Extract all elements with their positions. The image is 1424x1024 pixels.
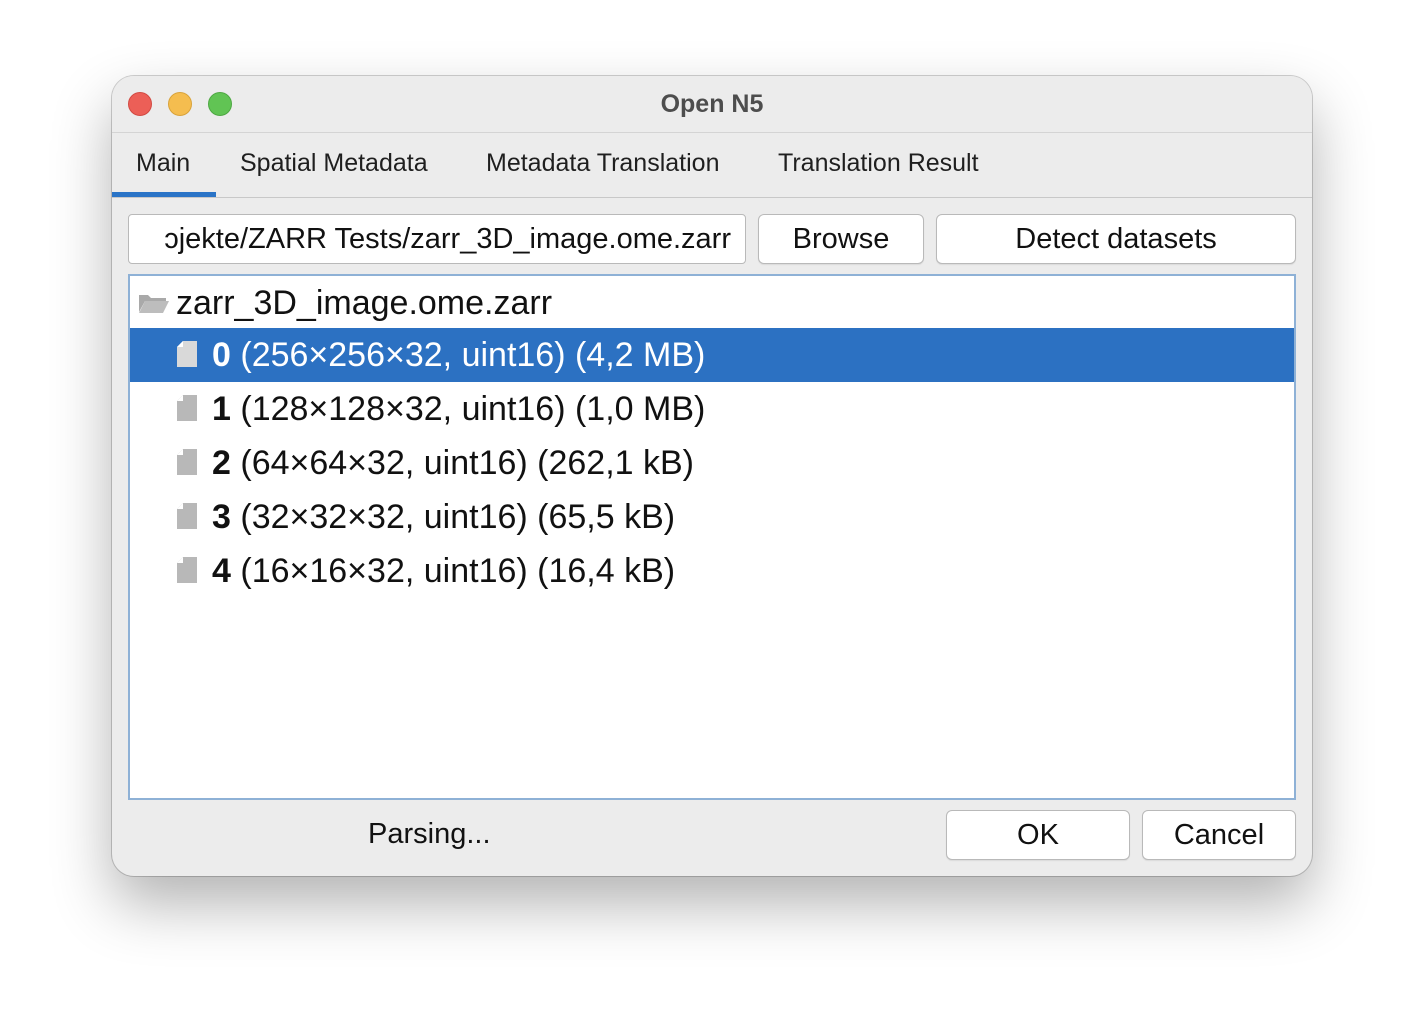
tab-metadata-translation[interactable]: Metadata Translation xyxy=(486,149,719,178)
dataset-details: (64×64×32, uint16) (262,1 kB) xyxy=(230,444,695,482)
dataset-details: (128×128×32, uint16) (1,0 MB) xyxy=(230,390,706,428)
folder-open-icon xyxy=(139,295,169,313)
ok-button[interactable]: OK xyxy=(946,810,1130,860)
file-icon xyxy=(177,557,197,583)
status-text: Parsing... xyxy=(368,818,491,850)
tab-translation-result[interactable]: Translation Result xyxy=(778,149,979,178)
tree-item-3[interactable]: 3 (32×32×32, uint16) (65,5 kB) xyxy=(130,490,1294,544)
dataset-details: (32×32×32, uint16) (65,5 kB) xyxy=(230,498,676,536)
title-bar: Open N5 xyxy=(112,76,1312,133)
window-title: Open N5 xyxy=(660,90,764,118)
tree-root-label: zarr_3D_image.ome.zarr xyxy=(176,284,553,322)
detect-datasets-button[interactable]: Detect datasets xyxy=(936,214,1296,264)
tab-bar: Main Spatial Metadata Metadata Translati… xyxy=(112,133,1312,198)
tree-item-0[interactable]: 0 (256×256×32, uint16) (4,2 MB) xyxy=(130,328,1294,382)
file-icon xyxy=(177,503,197,529)
dataset-index: 4 xyxy=(212,552,231,590)
dataset-details: (256×256×32, uint16) (4,2 MB) xyxy=(230,336,706,374)
dataset-index: 0 xyxy=(212,336,231,374)
cancel-button[interactable]: Cancel xyxy=(1142,810,1296,860)
tree-item-2[interactable]: 2 (64×64×32, uint16) (262,1 kB) xyxy=(130,436,1294,490)
dataset-index: 3 xyxy=(212,498,231,536)
dataset-index: 1 xyxy=(212,390,231,428)
tab-main[interactable]: Main xyxy=(136,149,190,178)
active-tab-indicator xyxy=(112,192,216,197)
file-icon xyxy=(177,395,197,421)
tree-item-4[interactable]: 4 (16×16×32, uint16) (16,4 kB) xyxy=(130,544,1294,598)
tree-item-1[interactable]: 1 (128×128×32, uint16) (1,0 MB) xyxy=(130,382,1294,436)
dataset-tree[interactable]: zarr_3D_image.ome.zarr 0 (256×256×32, ui… xyxy=(128,274,1296,800)
file-icon xyxy=(177,449,197,475)
file-icon xyxy=(177,341,197,367)
open-n5-dialog: Open N5 Main Spatial Metadata Metadata T… xyxy=(112,76,1312,876)
dataset-index: 2 xyxy=(212,444,231,482)
path-input-value: ɔjekte/ZARR Tests/zarr_3D_image.ome.zarr xyxy=(164,223,731,255)
browse-button[interactable]: Browse xyxy=(758,214,924,264)
path-input[interactable]: ɔjekte/ZARR Tests/zarr_3D_image.ome.zarr xyxy=(128,214,746,264)
dataset-details: (16×16×32, uint16) (16,4 kB) xyxy=(230,552,676,590)
tab-spatial-metadata[interactable]: Spatial Metadata xyxy=(240,149,428,178)
